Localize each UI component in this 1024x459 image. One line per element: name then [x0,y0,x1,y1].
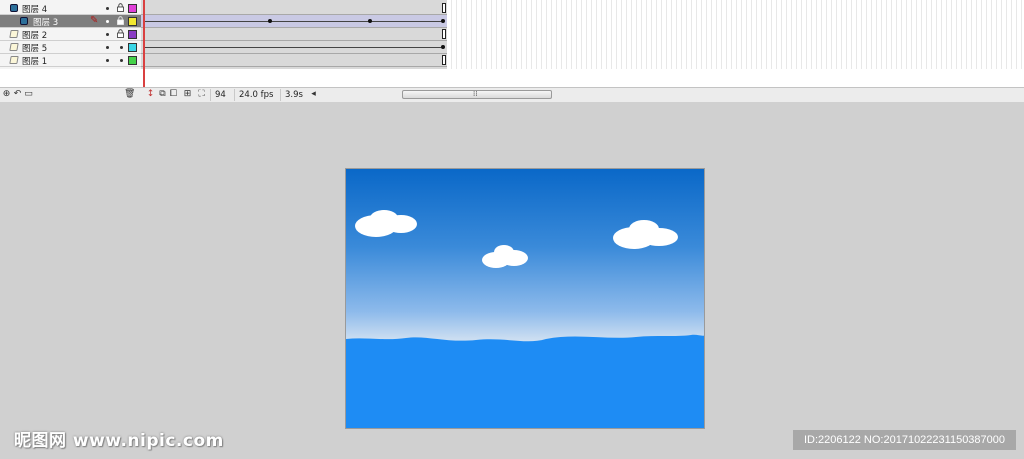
layer-row-5[interactable]: 图层 5 [0,41,141,54]
layer-name: 图层 4 [22,5,48,15]
visibility-dot[interactable] [106,7,109,10]
horizontal-scrollbar[interactable]: ⁞⁞ [402,90,552,99]
layer-row-2[interactable]: 图层 2 [0,28,141,41]
motion-tween-line [143,47,441,48]
frame-row-4[interactable] [141,2,447,15]
layer-name: 图层 5 [22,44,48,54]
insert-folder-icon[interactable]: ▭ [24,90,33,99]
onion-skin-icon[interactable]: ⧉ [158,90,167,99]
layer-icon [9,56,19,64]
cloud-middle [482,245,528,268]
modify-onion-markers-icon[interactable]: ⛶ [197,90,206,99]
elapsed-time-field: 3.9s [280,89,307,101]
stage-area [0,102,1024,459]
pencil-icon: ✎ [90,15,99,26]
insert-layer-icon[interactable]: ⊕ [2,90,11,99]
visibility-dot[interactable] [106,20,109,23]
frame-row-2[interactable] [141,28,447,41]
add-guide-layer-icon[interactable]: ↶ [13,90,22,99]
layer-name: 图层 2 [22,31,48,41]
outline-color-swatch[interactable] [128,43,137,52]
stage-canvas[interactable] [345,168,705,429]
end-frame-marker [442,3,446,13]
frame-row-5[interactable] [141,41,447,54]
mask-layer-icon [10,4,18,12]
visibility-dot[interactable] [106,59,109,62]
layer-icon [9,30,19,38]
outline-color-swatch[interactable] [128,56,137,65]
watermark-logo-text: 昵图网 www.nipic.com [14,431,224,451]
visibility-dot[interactable] [106,46,109,49]
layer-row-1[interactable]: 图层 1 [0,54,141,67]
cloud-right [613,220,678,249]
cloud-left [355,210,417,237]
lock-icon[interactable] [117,3,125,13]
frames-used-region [141,0,447,69]
outline-color-swatch[interactable] [128,17,137,26]
frame-row-3[interactable] [141,15,447,28]
edit-multiple-frames-icon[interactable]: ⊞ [183,90,192,99]
trash-icon[interactable]: 🗑 [124,90,135,99]
layer-name: 图层 1 [22,57,48,67]
layer-list: 图层 4 图层 3 ✎ 图层 2 图层 5 图层 1 [0,0,141,69]
timeline-panel: 图层 4 图层 3 ✎ 图层 2 图层 5 图层 1 ⊕ ↶ ▭ 🗑 ↕ ⧉ ⧠… [0,0,1024,102]
frame-row-1[interactable] [141,54,447,67]
timeline-footer: ⊕ ↶ ▭ 🗑 ↕ ⧉ ⧠ ⊞ ⛶ 94 24.0 fps 3.9s ◂ ⁞⁞ [0,87,1024,102]
outline-color-swatch[interactable] [128,30,137,39]
visibility-dot[interactable] [106,33,109,36]
masked-layer-icon [20,17,28,25]
layer-icon [9,43,19,51]
cloud-group [355,210,678,268]
keyframe[interactable] [441,45,445,49]
center-frame-icon[interactable]: ↕ [146,90,155,99]
end-frame-marker [442,29,446,39]
motion-tween-line [143,21,441,22]
sea-water [346,334,704,428]
scroll-left-icon[interactable]: ◂ [309,90,318,99]
stage-artwork [346,210,704,428]
lock-dot[interactable] [117,55,125,65]
lock-icon[interactable] [117,16,125,26]
onion-skin-outlines-icon[interactable]: ⧠ [169,90,178,99]
outline-color-swatch[interactable] [128,4,137,13]
lock-icon[interactable] [117,29,125,39]
frames-grid[interactable] [141,0,1024,69]
layer-name: 图层 3 [33,18,59,28]
current-frame-field: 94 [210,89,230,101]
keyframe[interactable] [441,19,445,23]
keyframe[interactable] [268,19,272,23]
lock-dot[interactable] [117,42,125,52]
keyframe[interactable] [368,19,372,23]
layer-row-4[interactable]: 图层 4 [0,2,141,15]
layer-row-3[interactable]: 图层 3 ✎ [0,15,141,28]
watermark-id-text: ID:2206122 NO:20171022231150387000 [793,430,1016,450]
frame-rate-field[interactable]: 24.0 fps [234,89,277,101]
scroll-grip-icon: ⁞⁞ [473,90,478,98]
end-frame-marker [442,55,446,65]
